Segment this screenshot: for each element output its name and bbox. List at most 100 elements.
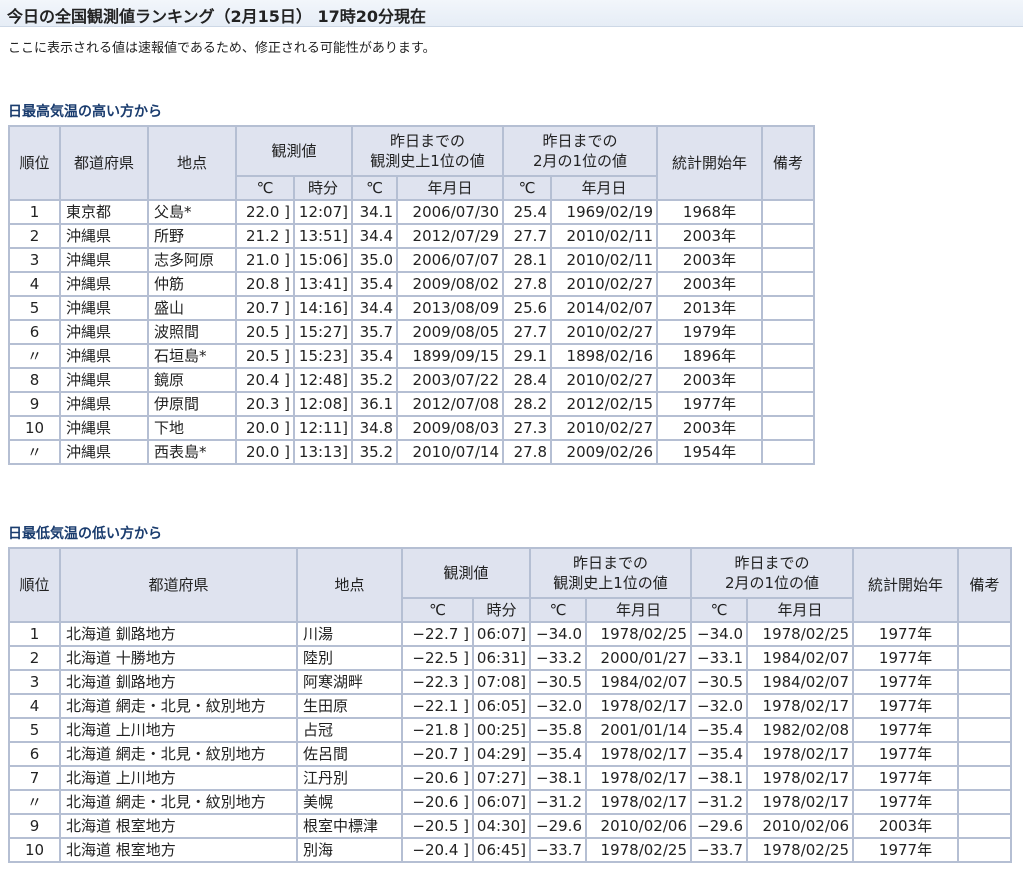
month-record-date-cell: 1978/02/17 (746, 765, 854, 791)
record-date-cell: 2010/02/06 (585, 813, 692, 839)
month-record-value-cell: −38.1 (690, 765, 748, 791)
rank-cell: 7 (8, 765, 61, 791)
observed-value-cell: −22.5 ] (401, 645, 474, 671)
record-value-cell: −29.6 (529, 813, 587, 839)
record-date-cell: 2006/07/07 (396, 247, 504, 273)
observed-value-cell: 21.0 ] (235, 247, 295, 273)
month-record-date-cell: 2010/02/27 (550, 367, 658, 393)
prefecture-cell: 北海道 網走・北見・紋別地方 (59, 789, 298, 815)
record-date-cell: 1978/02/17 (585, 741, 692, 767)
stats-start-cell: 1977年 (852, 717, 959, 743)
month-record-value-cell: −33.7 (690, 837, 748, 863)
header-record-line1: 昨日までの (389, 132, 465, 150)
subheader-date: 年月日 (550, 175, 658, 201)
remarks-cell (761, 247, 815, 273)
record-date-cell: 2009/08/02 (396, 271, 504, 297)
rank-cell: 〃 (8, 343, 61, 369)
month-record-value-cell: 27.7 (502, 319, 552, 345)
observed-time-cell: 04:29] (472, 741, 531, 767)
prefecture-cell: 沖縄県 (59, 223, 149, 249)
record-date-cell: 2013/08/09 (396, 295, 504, 321)
subheader-date: 年月日 (396, 175, 504, 201)
observed-value-cell: 20.5 ] (235, 319, 295, 345)
header-location: 地点 (296, 547, 403, 623)
page-title: 今日の全国観測値ランキング（2月15日） 17時20分現在 (7, 7, 427, 26)
record-date-cell: 2003/07/22 (396, 367, 504, 393)
notice-text: ここに表示される値は速報値であるため、修正される可能性があります。 (8, 41, 436, 56)
month-record-value-cell: −30.5 (690, 669, 748, 695)
stats-start-cell: 1954年 (656, 439, 763, 465)
stats-start-cell: 1977年 (852, 837, 959, 863)
observed-value-cell: 20.8 ] (235, 271, 295, 297)
record-date-cell: 2012/07/08 (396, 391, 504, 417)
header-observed: 観測値 (235, 125, 353, 177)
stats-start-cell: 1977年 (852, 669, 959, 695)
remarks-cell (761, 391, 815, 417)
header-stats-start: 統計開始年 (656, 125, 763, 201)
month-record-value-cell: −31.2 (690, 789, 748, 815)
record-value-cell: −35.4 (529, 741, 587, 767)
month-record-date-cell: 2014/02/07 (550, 295, 658, 321)
observed-value-cell: 20.5 ] (235, 343, 295, 369)
header-location: 地点 (147, 125, 237, 201)
location-cell: 所野 (147, 223, 237, 249)
record-date-cell: 1978/02/17 (585, 693, 692, 719)
rank-cell: 9 (8, 813, 61, 839)
month-record-date-cell: 1978/02/17 (746, 789, 854, 815)
observed-time-cell: 06:05] (472, 693, 531, 719)
observed-value-cell: −20.4 ] (401, 837, 474, 863)
rank-cell: 3 (8, 247, 61, 273)
remarks-cell (957, 765, 1012, 791)
month-record-date-cell: 2010/02/06 (746, 813, 854, 839)
location-cell: 仲筋 (147, 271, 237, 297)
stats-start-cell: 2003年 (656, 223, 763, 249)
header-month-line1: 昨日までの (542, 132, 618, 150)
remarks-cell (957, 645, 1012, 671)
table-row: 1 北海道 釧路地方 川湯 −22.7 ] 06:07] −34.0 1978/02/25−… (8, 621, 1012, 647)
low-temp-table: 順位 都道府県 地点 観測値 昨日までの 観測史上1位の値 昨日までの 2月の1位の… (8, 547, 1012, 863)
header-rank: 順位 (8, 547, 61, 623)
record-value-cell: −34.0 (529, 621, 587, 647)
record-date-cell: 1978/02/17 (585, 789, 692, 815)
table-row: 9 北海道 根室地方 根室中標津 −20.5 ] 04:30] −29.6 2010/02/… (8, 813, 1012, 839)
observed-value-cell: 20.7 ] (235, 295, 295, 321)
observed-time-cell: 06:07] (472, 789, 531, 815)
rank-cell: 5 (8, 717, 61, 743)
record-value-cell: 35.7 (351, 319, 398, 345)
remarks-cell (761, 223, 815, 249)
table-row: 2 沖縄県 所野 21.2 ] 13:51] 34.4 2012/07/29 27.7 2010… (8, 223, 815, 249)
record-date-cell: 2009/08/05 (396, 319, 504, 345)
month-record-value-cell: 29.1 (502, 343, 552, 369)
rank-cell: 3 (8, 669, 61, 695)
observed-value-cell: 20.0 ] (235, 439, 295, 465)
location-cell: 下地 (147, 415, 237, 441)
prefecture-cell: 北海道 十勝地方 (59, 645, 298, 671)
stats-start-cell: 1977年 (852, 621, 959, 647)
subheader-date: 年月日 (585, 597, 692, 623)
header-month: 昨日までの 2月の1位の値 (502, 125, 658, 177)
prefecture-cell: 沖縄県 (59, 415, 149, 441)
location-cell: 西表島* (147, 439, 237, 465)
observed-time-cell: 13:51] (293, 223, 353, 249)
subheader-celsius: ℃ (351, 175, 398, 201)
low-table-body: 1 北海道 釧路地方 川湯 −22.7 ] 06:07] −34.0 1978/02/25−… (8, 621, 1012, 863)
month-record-date-cell: 2010/02/27 (550, 271, 658, 297)
observed-time-cell: 06:31] (472, 645, 531, 671)
stats-start-cell: 1977年 (656, 391, 763, 417)
header-record-line2: 観測史上1位の値 (370, 152, 485, 170)
subheader-celsius: ℃ (529, 597, 587, 623)
record-value-cell: −30.5 (529, 669, 587, 695)
observed-value-cell: 20.0 ] (235, 415, 295, 441)
record-date-cell: 1978/02/25 (585, 621, 692, 647)
header-observed: 観測値 (401, 547, 531, 599)
observed-value-cell: 20.4 ] (235, 367, 295, 393)
record-value-cell: 35.4 (351, 271, 398, 297)
rank-cell: 5 (8, 295, 61, 321)
stats-start-cell: 2003年 (656, 271, 763, 297)
header-month-line1: 昨日までの (734, 554, 810, 572)
observed-time-cell: 13:41] (293, 271, 353, 297)
observed-value-cell: −22.3 ] (401, 669, 474, 695)
month-record-value-cell: −35.4 (690, 741, 748, 767)
month-record-date-cell: 2010/02/27 (550, 319, 658, 345)
stats-start-cell: 1977年 (852, 789, 959, 815)
